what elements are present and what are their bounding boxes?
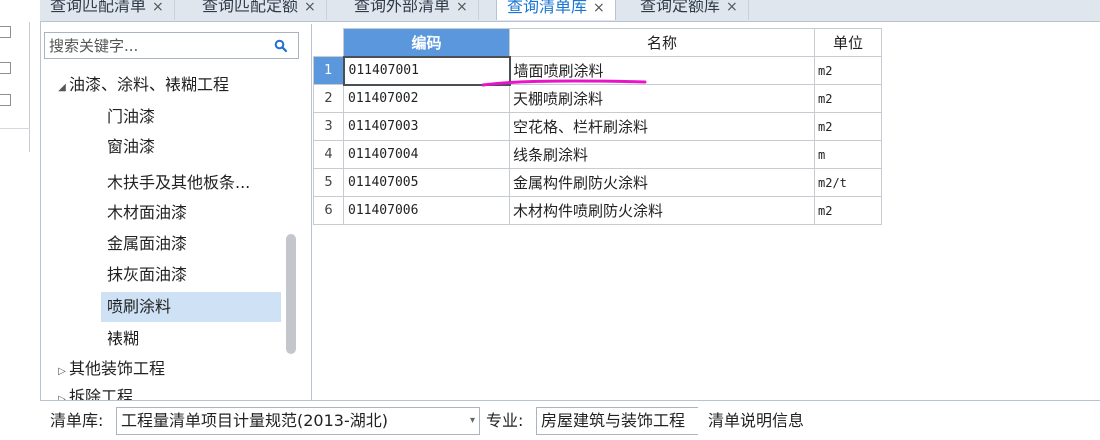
cell-code[interactable]: 011407003: [343, 112, 510, 141]
cell-code[interactable]: 011407002: [343, 84, 510, 113]
tree-node-label: 木材面油漆: [107, 203, 188, 222]
table-row[interactable]: 5 011407005 金属构件刷防火涂料 m2/t: [313, 168, 882, 197]
tab-label: 查询匹配清单: [50, 0, 147, 15]
tree-node-wood-surface-paint[interactable]: 木材面油漆: [107, 200, 187, 226]
cell-name[interactable]: 金属构件刷防火涂料: [509, 168, 815, 197]
cell-name[interactable]: 空花格、栏杆刷涂料: [509, 112, 815, 141]
cell-name[interactable]: 木材构件喷刷防火涂料: [509, 196, 815, 225]
column-header-name[interactable]: 名称: [509, 28, 815, 57]
search-icon[interactable]: [274, 39, 288, 53]
highlight-underline-annotation: [482, 79, 647, 87]
tab-query-quota-library[interactable]: 查询定额库 ×: [630, 0, 749, 20]
column-header-code[interactable]: 编码: [343, 28, 510, 57]
close-icon[interactable]: ×: [593, 0, 605, 16]
tab-query-match-quota[interactable]: 查询匹配定额 ×: [192, 0, 327, 20]
tab-label: 查询定额库: [640, 0, 721, 15]
cell-name[interactable]: 线条刷涂料: [509, 140, 815, 169]
cell-unit[interactable]: m2/t: [814, 168, 882, 197]
left-panel-fragment: [0, 22, 30, 152]
tree-node-window-paint[interactable]: 窗油漆: [107, 134, 155, 160]
checkbox[interactable]: [0, 26, 11, 38]
tab-label: 查询清单库: [507, 0, 588, 16]
cell-unit[interactable]: m: [814, 140, 882, 169]
table-row[interactable]: 2 011407002 天棚喷刷涂料 m2: [313, 84, 882, 113]
header-corner: [313, 28, 344, 57]
tree-node-wallpaper[interactable]: 裱糊: [107, 326, 139, 352]
tab-label: 查询匹配定额: [202, 0, 299, 15]
table-row[interactable]: 6 011407006 木材构件喷刷防火涂料 m2: [313, 196, 882, 225]
row-number[interactable]: 2: [313, 84, 344, 113]
bottom-bar: 清单库: 工程量清单项目计量规范(2013-湖北) ▾ 专业: 房屋建筑与装饰工…: [40, 400, 1100, 440]
row-number[interactable]: 6: [313, 196, 344, 225]
tree-node-paint-coating-wallpaper[interactable]: ◢ 油漆、涂料、裱糊工程: [55, 72, 229, 98]
row-number[interactable]: 5: [313, 168, 344, 197]
tab-query-match-list[interactable]: 查询匹配清单 ×: [40, 0, 175, 20]
checkbox[interactable]: [0, 94, 11, 106]
tree-node-label: 抹灰面油漆: [107, 265, 188, 284]
close-icon[interactable]: ×: [152, 0, 164, 15]
library-select[interactable]: 工程量清单项目计量规范(2013-湖北) ▾: [116, 407, 480, 435]
table-header-row: 编码 名称 单位: [313, 28, 882, 57]
tree-node-other-decoration[interactable]: ▷ 其他装饰工程: [55, 356, 165, 382]
table-row[interactable]: 3 011407003 空花格、栏杆刷涂料 m2: [313, 112, 882, 141]
tree-node-plaster-surface-paint[interactable]: 抹灰面油漆: [107, 262, 187, 288]
tree-node-label: 门油漆: [107, 107, 156, 126]
search-input[interactable]: [49, 35, 259, 56]
cell-code[interactable]: 011407005: [343, 168, 510, 197]
category-tree: ◢油漆、涂料、裱糊工程 门油漆 窗油漆 木扶手及其他板条... 木材面油漆 金属…: [41, 24, 312, 400]
row-number[interactable]: 3: [313, 112, 344, 141]
expand-arrow-icon[interactable]: ▷: [55, 359, 69, 385]
tree-node-label: 窗油漆: [107, 137, 156, 156]
library-select-value: 工程量清单项目计量规范(2013-湖北): [121, 411, 388, 430]
list-grid: 编码 名称 单位 1 011407001 墙面喷刷涂料 m2 2 0114070…: [313, 24, 1100, 400]
tab-label: 查询外部清单: [354, 0, 451, 15]
expand-arrow-icon[interactable]: ▷: [55, 387, 69, 400]
tree-node-label: 拆除工程: [69, 387, 134, 400]
tab-query-list-library[interactable]: 查询清单库 ×: [496, 0, 616, 20]
chevron-down-icon[interactable]: ▾: [470, 408, 475, 434]
tree-node-demolition[interactable]: ▷ 拆除工程: [55, 384, 133, 400]
list-table: 编码 名称 单位 1 011407001 墙面喷刷涂料 m2 2 0114070…: [313, 28, 882, 225]
tree-node-label: 木扶手及其他板条...: [107, 173, 251, 192]
library-label: 清单库:: [50, 411, 104, 430]
tree-node-label: 其他装饰工程: [69, 359, 166, 378]
cell-unit[interactable]: m2: [814, 112, 882, 141]
specialty-label: 专业:: [486, 411, 524, 430]
tab-query-external-list[interactable]: 查询外部清单 ×: [344, 0, 479, 20]
close-icon[interactable]: ×: [456, 0, 468, 15]
tree-scrollbar[interactable]: [286, 234, 296, 354]
close-icon[interactable]: ×: [304, 0, 316, 15]
left-panel-blank: [0, 152, 30, 440]
tree-node-label: 裱糊: [107, 329, 140, 348]
tab-bar: 查询匹配清单 × 查询匹配定额 × 查询外部清单 × 查询清单库 × 查询定额库 ×: [40, 0, 1100, 22]
column-header-unit[interactable]: 单位: [814, 28, 882, 57]
cell-unit[interactable]: m2: [814, 84, 882, 113]
tree-node-wood-handrail[interactable]: 木扶手及其他板条...: [107, 170, 250, 196]
tree-node-label: 油漆、涂料、裱糊工程: [69, 75, 230, 94]
search-box: [44, 32, 299, 59]
row-number[interactable]: 4: [313, 140, 344, 169]
row-number[interactable]: 1: [313, 56, 344, 85]
table-row[interactable]: 4 011407004 线条刷涂料 m: [313, 140, 882, 169]
cell-code[interactable]: 011407004: [343, 140, 510, 169]
tree-node-metal-surface-paint[interactable]: 金属面油漆: [107, 231, 187, 257]
cell-code[interactable]: 011407006: [343, 196, 510, 225]
divider: [0, 128, 30, 129]
cell-name[interactable]: 天棚喷刷涂料: [509, 84, 815, 113]
list-info-button[interactable]: 清单说明信息: [698, 407, 815, 435]
tree-node-spray-coating[interactable]: 喷刷涂料: [101, 292, 281, 322]
tree-node-door-paint[interactable]: 门油漆: [107, 104, 155, 130]
tree-node-label: 喷刷涂料: [107, 297, 172, 316]
specialty-select-value: 房屋建筑与装饰工程: [541, 411, 686, 430]
checkbox[interactable]: [0, 62, 11, 74]
close-icon[interactable]: ×: [726, 0, 738, 15]
cell-unit[interactable]: m2: [814, 56, 882, 85]
expand-arrow-icon[interactable]: ◢: [55, 75, 69, 101]
cell-unit[interactable]: m2: [814, 196, 882, 225]
scrollbar-thumb[interactable]: [286, 234, 296, 354]
tree-node-label: 金属面油漆: [107, 234, 188, 253]
